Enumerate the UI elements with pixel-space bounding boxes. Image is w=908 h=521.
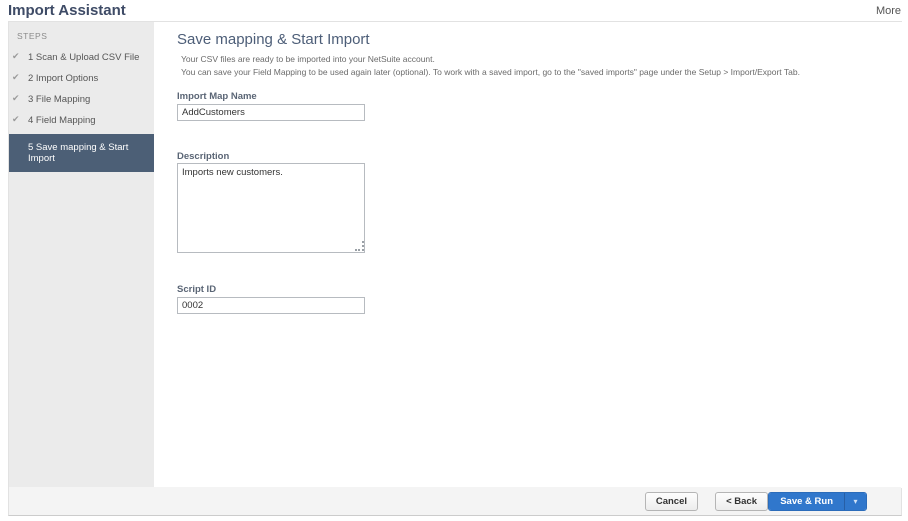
import-assistant-panel: STEPS ✔ 1 Scan & Upload CSV File ✔ 2 Imp… bbox=[8, 21, 902, 516]
step-label: 2 Import Options bbox=[28, 73, 98, 84]
description-textarea[interactable]: Imports new customers. bbox=[177, 163, 365, 253]
import-map-name-input[interactable] bbox=[177, 104, 365, 121]
sidebar-item-import-options[interactable]: ✔ 2 Import Options bbox=[9, 68, 154, 89]
step-label: 1 Scan & Upload CSV File bbox=[28, 52, 139, 63]
check-icon: ✔ bbox=[12, 114, 20, 125]
check-icon: ✔ bbox=[12, 51, 20, 62]
step-label: 5 Save mapping & Start Import bbox=[28, 142, 128, 164]
save-and-run-split-button: Save & Run ▾ bbox=[768, 492, 867, 511]
page-title: Import Assistant bbox=[8, 2, 126, 19]
chevron-down-icon[interactable]: ▾ bbox=[844, 493, 866, 510]
save-and-run-button[interactable]: Save & Run bbox=[769, 493, 844, 510]
check-icon: ✔ bbox=[12, 93, 20, 104]
steps-sidebar: STEPS ✔ 1 Scan & Upload CSV File ✔ 2 Imp… bbox=[9, 22, 154, 488]
content-title: Save mapping & Start Import bbox=[177, 31, 370, 48]
description-label: Description bbox=[177, 151, 229, 162]
steps-heading: STEPS bbox=[9, 22, 154, 47]
intro-line-2: You can save your Field Mapping to be us… bbox=[181, 67, 800, 77]
more-link[interactable]: More bbox=[876, 5, 901, 17]
sidebar-item-scan-upload[interactable]: ✔ 1 Scan & Upload CSV File bbox=[9, 47, 154, 68]
sidebar-item-field-mapping[interactable]: ✔ 4 Field Mapping bbox=[9, 110, 154, 131]
intro-line-1: Your CSV files are ready to be imported … bbox=[181, 54, 435, 64]
import-map-name-label: Import Map Name bbox=[177, 91, 257, 102]
cancel-button[interactable]: Cancel bbox=[645, 492, 698, 511]
sidebar-item-save-mapping-active: 5 Save mapping & Start Import bbox=[9, 134, 154, 172]
content-area: Save mapping & Start Import Your CSV fil… bbox=[154, 22, 903, 488]
top-header: Import Assistant More bbox=[0, 0, 908, 21]
step-label: 4 Field Mapping bbox=[28, 115, 96, 126]
check-icon: ✔ bbox=[12, 72, 20, 83]
script-id-input[interactable] bbox=[177, 297, 365, 314]
step-label: 3 File Mapping bbox=[28, 94, 90, 105]
footer-bar: Cancel < Back Save & Run ▾ bbox=[9, 487, 901, 515]
sidebar-item-file-mapping[interactable]: ✔ 3 File Mapping bbox=[9, 89, 154, 110]
back-button[interactable]: < Back bbox=[715, 492, 768, 511]
script-id-label: Script ID bbox=[177, 284, 216, 295]
